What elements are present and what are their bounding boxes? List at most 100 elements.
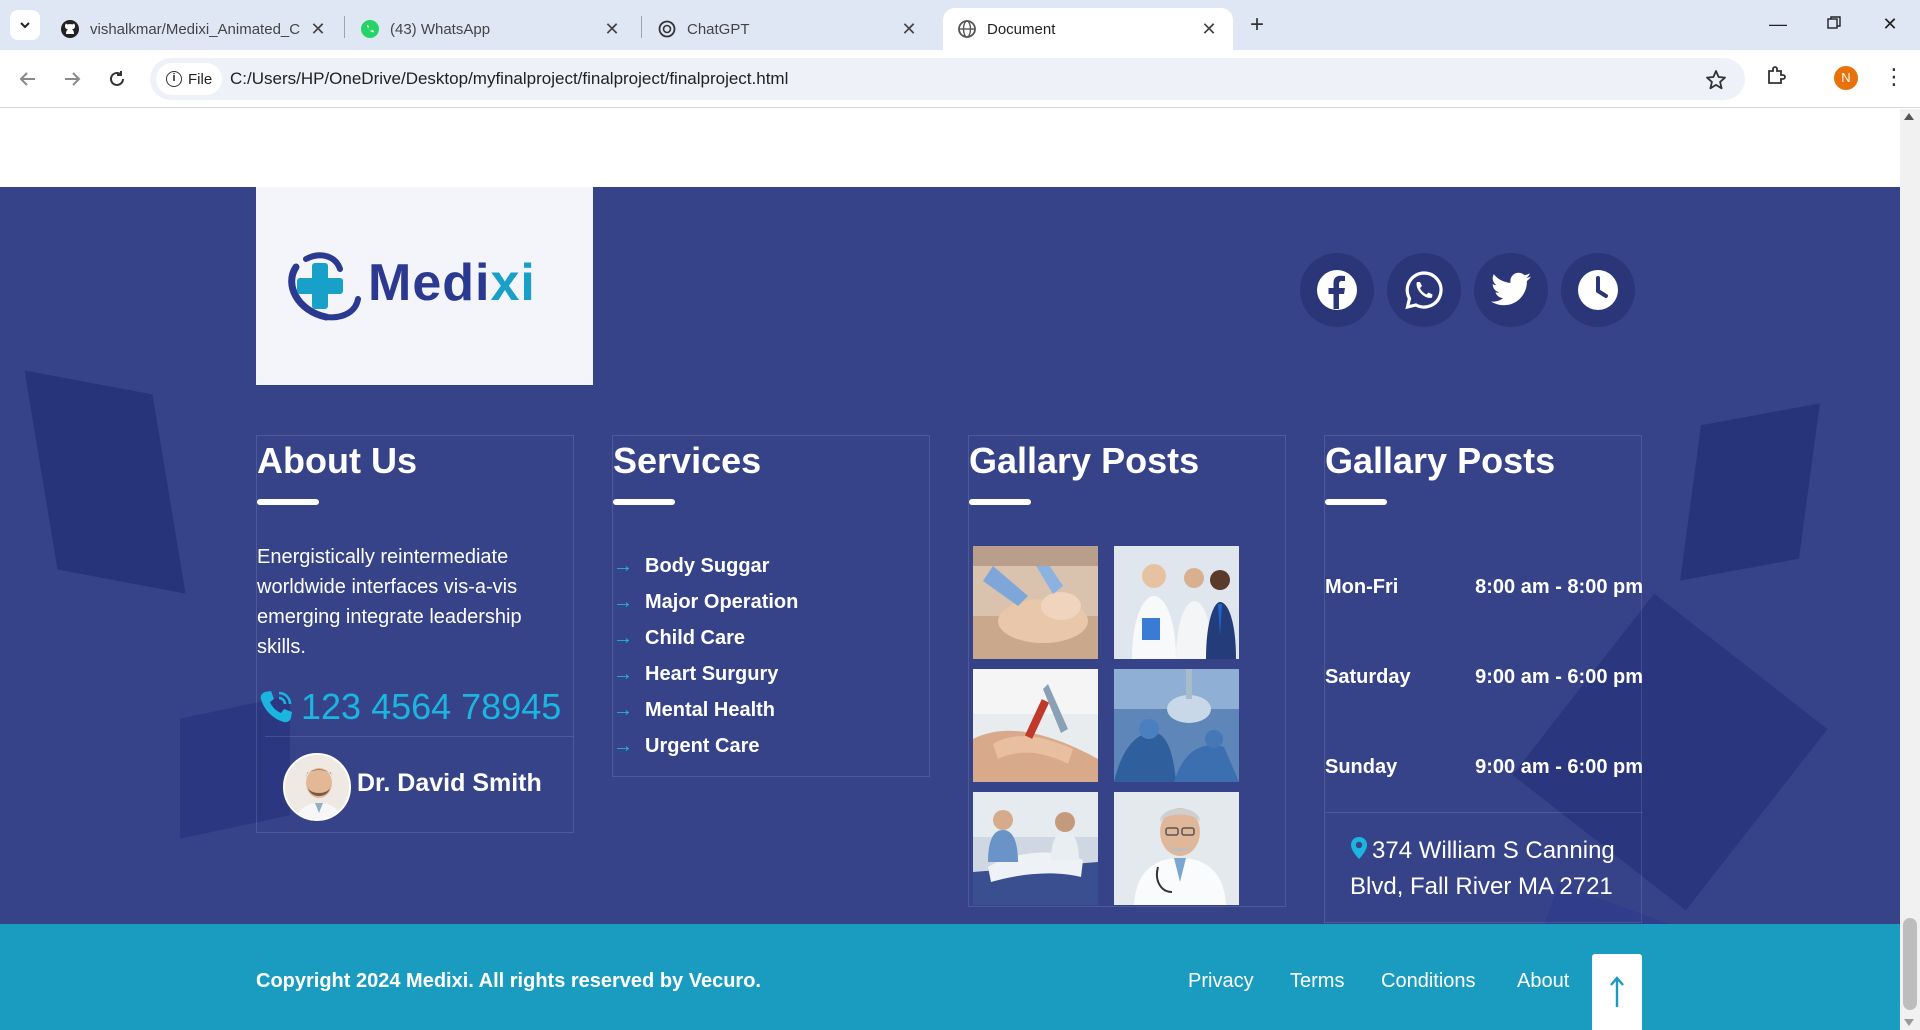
scroll-thumb[interactable] xyxy=(1903,918,1917,1010)
hours-day: Saturday xyxy=(1325,666,1411,688)
github-icon xyxy=(60,19,80,39)
tab-search-button[interactable] xyxy=(10,10,40,40)
forward-button[interactable] xyxy=(56,63,88,95)
heading-underline xyxy=(1325,499,1387,505)
tab-document[interactable]: Document ✕ xyxy=(943,8,1233,50)
back-button[interactable] xyxy=(12,63,44,95)
arrow-right-icon: → xyxy=(613,698,633,721)
arrow-up-icon xyxy=(1610,976,1624,1007)
about-us-text: Energistically reintermediate worldwide … xyxy=(257,546,522,658)
hours-time: 9:00 am - 6:00 pm xyxy=(1475,756,1643,778)
minimize-button[interactable]: — xyxy=(1758,8,1798,40)
scroll-down-arrow-icon[interactable] xyxy=(1904,1019,1914,1026)
copyright-bar: Copyright 2024 Medixi. All rights reserv… xyxy=(0,924,1900,1030)
facebook-icon xyxy=(1317,270,1357,310)
twitter-button[interactable] xyxy=(1474,253,1548,327)
phone-icon xyxy=(260,691,292,723)
hours-time: 9:00 am - 6:00 pm xyxy=(1475,666,1643,688)
back-to-top-button[interactable] xyxy=(1592,954,1642,1030)
about-us-column: About Us Energistically reintermediate w… xyxy=(256,435,574,833)
close-window-button[interactable]: ✕ xyxy=(1870,8,1910,40)
restore-icon xyxy=(1827,16,1841,29)
service-link[interactable]: → Major Operation xyxy=(613,584,798,620)
hours-time: 8:00 am - 8:00 pm xyxy=(1475,576,1643,598)
hours-heading: Gallary Posts xyxy=(1325,440,1556,481)
whatsapp-icon xyxy=(360,19,380,39)
reload-icon xyxy=(110,71,124,86)
gallery-image-doctors-team[interactable] xyxy=(1114,546,1239,659)
address-block: 374 William S Canning Blvd, Fall River M… xyxy=(1325,812,1643,912)
service-link[interactable]: → Urgent Care xyxy=(613,728,798,764)
footer-link-privacy[interactable]: Privacy xyxy=(1188,970,1254,993)
gallery-image-senior-doctor[interactable] xyxy=(1114,792,1239,905)
service-link[interactable]: → Heart Surgury xyxy=(613,656,798,692)
arrow-right-icon: → xyxy=(613,662,633,685)
gallery-column: Gallary Posts xyxy=(968,435,1286,907)
opening-hours-column: Gallary Posts Mon-Fri 8:00 am - 8:00 pm … xyxy=(1324,435,1643,923)
page-scrollbar[interactable] xyxy=(1900,109,1920,1030)
url-text[interactable]: C:/Users/HP/OneDrive/Desktop/myfinalproj… xyxy=(230,69,788,89)
info-icon: i xyxy=(166,71,182,87)
scroll-up-arrow-icon[interactable] xyxy=(1904,113,1914,120)
arrow-right-icon: → xyxy=(613,590,633,613)
tab-divider xyxy=(641,16,642,38)
gallery-image-patient-care[interactable] xyxy=(973,792,1098,905)
arrow-left-icon xyxy=(19,72,35,86)
site-footer: Medixi About Us Energistically reinterme… xyxy=(0,187,1900,924)
new-tab-button[interactable]: + xyxy=(1243,12,1271,40)
doctor-avatar xyxy=(283,753,351,821)
footer-link-terms[interactable]: Terms xyxy=(1290,970,1344,993)
location-pin-icon xyxy=(1351,837,1367,859)
close-tab-icon[interactable]: ✕ xyxy=(1199,19,1219,40)
footer-logo[interactable]: Medixi xyxy=(256,187,593,385)
gallery-image-surgery-room[interactable] xyxy=(1114,669,1239,782)
browser-menu-icon[interactable]: ⋮ xyxy=(1883,64,1905,92)
restore-button[interactable] xyxy=(1814,8,1854,40)
service-link[interactable]: → Body Suggar xyxy=(613,548,798,584)
services-heading: Services xyxy=(613,440,762,481)
medixi-logo-mark xyxy=(288,252,361,321)
bookmark-star-icon[interactable] xyxy=(1702,66,1730,94)
decorative-cube xyxy=(24,370,186,594)
chatgpt-icon xyxy=(657,19,677,39)
arrow-right-icon: → xyxy=(613,734,633,757)
extensions-puzzle-icon[interactable] xyxy=(1765,63,1793,91)
tab-whatsapp[interactable]: (43) WhatsApp ✕ xyxy=(346,8,636,50)
service-link[interactable]: → Child Care xyxy=(613,620,798,656)
services-column: Services → Body Suggar → Major Operation →… xyxy=(612,435,930,777)
service-link[interactable]: → Mental Health xyxy=(613,692,798,728)
tab-github[interactable]: vishalkmar/Medixi_Animated_C ✕ xyxy=(46,8,342,50)
close-tab-icon[interactable]: ✕ xyxy=(602,19,622,40)
tab-divider xyxy=(344,16,345,38)
footer-link-conditions[interactable]: Conditions xyxy=(1381,970,1476,993)
close-tab-icon[interactable]: ✕ xyxy=(899,19,919,40)
tab-title: vishalkmar/Medixi_Animated_C xyxy=(90,20,301,38)
hours-day: Mon-Fri xyxy=(1325,576,1399,598)
clock-icon xyxy=(1578,270,1618,310)
whatsapp-icon xyxy=(1405,271,1443,310)
gallery-image-facial-treatment[interactable] xyxy=(973,546,1098,659)
address-bar[interactable]: i File C:/Users/HP/OneDrive/Desktop/myfi… xyxy=(150,58,1745,100)
heading-underline xyxy=(613,499,675,505)
arrow-right-icon: → xyxy=(613,626,633,649)
gallery-image-blood-test[interactable] xyxy=(973,669,1098,782)
page-viewport: Medixi About Us Energistically reinterme… xyxy=(0,109,1900,1030)
facebook-button[interactable] xyxy=(1300,253,1374,327)
about-us-heading: About Us xyxy=(257,440,417,481)
arrow-right-icon: → xyxy=(613,554,633,577)
phone-number-link[interactable]: 123 4564 78945 xyxy=(257,686,561,728)
tab-chatgpt[interactable]: ChatGPT ✕ xyxy=(643,8,933,50)
reload-button[interactable] xyxy=(101,63,133,95)
logo-wordmark: Medixi xyxy=(368,254,536,312)
footer-link-about[interactable]: About xyxy=(1517,970,1569,993)
decorative-cube xyxy=(1680,403,1820,581)
whatsapp-button[interactable] xyxy=(1387,253,1461,327)
clock-button[interactable] xyxy=(1561,253,1635,327)
tab-title: ChatGPT xyxy=(687,20,750,38)
address-text: 374 William S Canning Blvd, Fall River M… xyxy=(1350,837,1615,900)
site-info-chip[interactable]: i File xyxy=(156,63,223,95)
doctor-card: Dr. David Smith xyxy=(265,736,573,836)
profile-avatar[interactable]: N xyxy=(1834,66,1858,90)
close-tab-icon[interactable]: ✕ xyxy=(308,19,328,40)
tab-title: (43) WhatsApp xyxy=(390,20,491,38)
